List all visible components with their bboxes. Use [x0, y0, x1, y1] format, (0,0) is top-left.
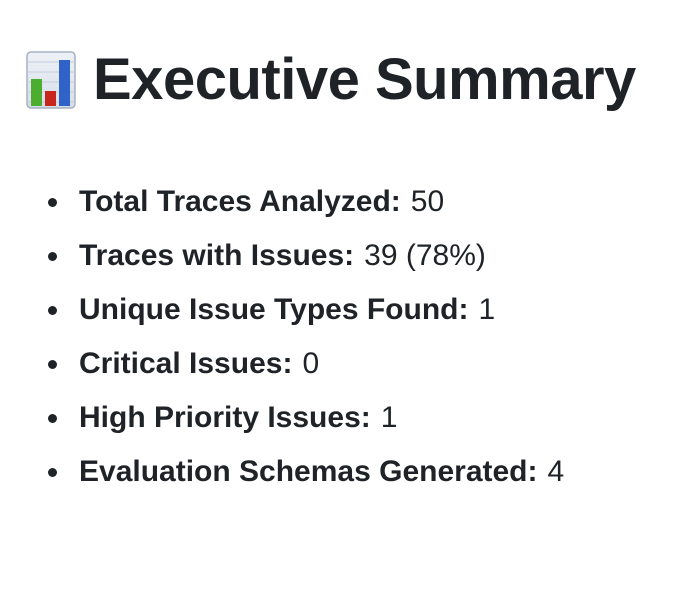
summary-value: 1: [380, 401, 398, 434]
bullet-icon: [48, 467, 57, 477]
bar-chart-icon: [26, 51, 76, 109]
summary-value: 50: [410, 185, 445, 218]
bullet-icon: [48, 197, 57, 207]
bullet-icon: [48, 359, 57, 369]
summary-value: 4: [547, 455, 565, 488]
summary-value: 39 (78%): [364, 239, 486, 272]
summary-list: Total Traces Analyzed: 50 Traces with Is…: [26, 166, 666, 508]
summary-label: High Priority Issues:: [79, 401, 371, 434]
summary-value: 1: [478, 293, 496, 326]
summary-label: Evaluation Schemas Generated:: [79, 455, 538, 488]
summary-label: Unique Issue Types Found:: [79, 293, 469, 326]
document-page: Executive Summary Total Traces Analyzed:…: [0, 0, 692, 600]
summary-label: Traces with Issues:: [79, 239, 355, 272]
bullet-icon: [48, 413, 57, 423]
summary-label: Total Traces Analyzed:: [79, 185, 401, 218]
summary-item-evaluation-schemas: Evaluation Schemas Generated: 4: [48, 436, 666, 508]
bullet-icon: [48, 305, 57, 315]
summary-label: Critical Issues:: [79, 347, 293, 380]
page-title: Executive Summary: [93, 47, 636, 112]
summary-value: 0: [302, 347, 320, 380]
section-header: Executive Summary: [26, 42, 666, 118]
bullet-icon: [48, 251, 57, 261]
